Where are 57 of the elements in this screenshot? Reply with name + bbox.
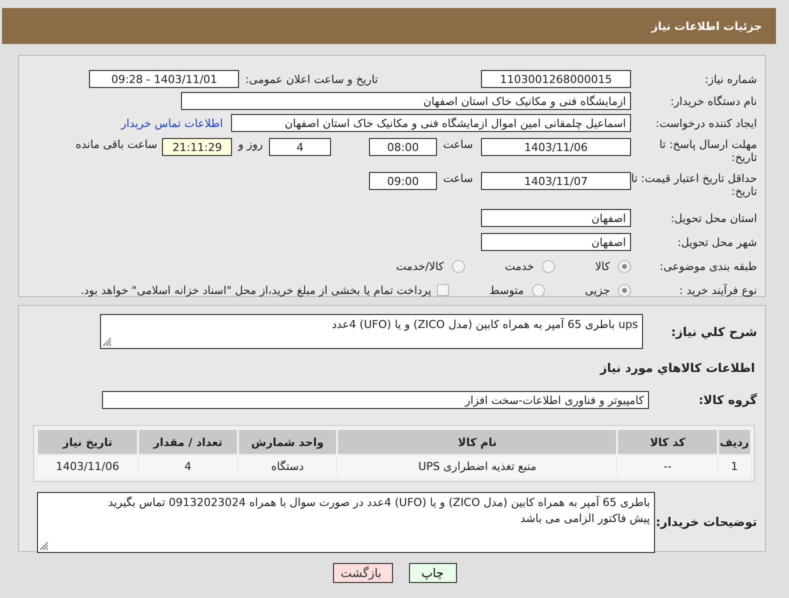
field-label: مهلت ارسال پاسخ: تا تاریخ: — [658, 138, 758, 164]
column-header: کد کالا — [618, 430, 717, 454]
buyer-org-field: ازمایشگاه فنی و مکانیک خاک استان اصفهان — [181, 92, 631, 110]
requester-field: اسماعیل چلمقانی امین اموال ازمایشگاه فنی و مکانیک خاک استان اصفهان — [231, 114, 631, 132]
description-field[interactable]: ups باطری 65 آمپر به همراه کابین (مدل ZICO) و یا (UFO) 4عدد — [100, 314, 643, 349]
field-label: نام دستگاه خریدار: — [669, 94, 758, 108]
purchase-type-radio[interactable]: جزیی — [584, 284, 631, 296]
column-header: ردیف — [718, 430, 750, 454]
field-label: روز و — [236, 138, 264, 151]
field-label: توضیحات خریدار: — [655, 516, 758, 529]
field-label: طبقه بندی موضوعی: — [658, 260, 758, 272]
column-header: نام کالا — [338, 430, 616, 454]
resize-grip-icon[interactable] — [103, 338, 111, 346]
field-label: ایجاد کننده درخواست: — [654, 116, 758, 130]
field-label: استان محل تحویل: — [670, 212, 758, 224]
city-field: اصفهان — [481, 233, 631, 251]
column-header: واحد شمارش — [238, 430, 336, 454]
table-cell: دستگاه — [238, 456, 336, 477]
back-button[interactable]: بازگشت — [332, 563, 392, 583]
announce-date-field: 1403/11/01 - 09:28 — [89, 70, 240, 88]
field-label: ساعت — [442, 172, 474, 185]
field-label: حداقل تاریخ اعتبار قیمت: تا تاریخ: — [631, 172, 758, 198]
table-cell: منبع تغذیه اضطراری UPS — [338, 456, 616, 477]
print-button[interactable]: چاپ — [408, 563, 456, 583]
field-label: تاریخ و ساعت اعلان عمومی: — [244, 72, 379, 86]
category-radio[interactable]: کالا — [595, 260, 631, 272]
goods-group-field: کامپیوتر و فناوری اطلاعات-سخت افزار — [102, 391, 649, 409]
table-cell: 4 — [139, 456, 237, 477]
section-title: اطلاعات کالاهاي مورد نياز — [598, 361, 756, 375]
table-cell: 1403/11/06 — [38, 456, 138, 477]
payment-checkbox[interactable]: پرداخت تمام یا بخشی از مبلغ خرید،از محل "اسناد خزانه اسلامی" خواهد بود. — [80, 284, 450, 296]
days-field: 4 — [269, 138, 331, 156]
column-header: تعداد / مقدار — [139, 430, 237, 454]
buyer-contact-link[interactable]: اطلاعات تماس خریدار — [121, 116, 223, 130]
province-field: اصفهان — [481, 209, 631, 227]
table-cell: 1 — [718, 456, 750, 477]
field-label: ساعت — [442, 138, 474, 151]
field-label: شماره نیاز: — [704, 72, 758, 86]
field-label: شرح کلي نياز: — [670, 324, 758, 339]
need-number-field: 1103001268000015 — [481, 70, 631, 88]
category-radio[interactable]: خدمت — [504, 260, 556, 272]
field-label: نوع فرآیند خرید : — [678, 284, 758, 296]
reply-time-field: 08:00 — [369, 138, 437, 156]
buyer-notes-field[interactable]: باطری 65 آمپر به همراه کابین (مدل ZICO) و یا (UFO) 4عدد در صورت سوال با همراه 09132023024 تماس بگیرید پیش فاکتور الزامی می باشد — [37, 492, 655, 553]
table-cell: -- — [618, 456, 717, 477]
validity-date-field: 1403/11/07 — [481, 172, 631, 190]
resize-grip-icon[interactable] — [40, 542, 48, 550]
purchase-type-radio[interactable]: متوسط — [489, 284, 545, 296]
reply-date-field: 1403/11/06 — [481, 138, 631, 156]
column-header: تاریخ نیاز — [38, 430, 138, 454]
field-label: گروه کالا: — [698, 394, 758, 406]
remaining-time-field: 21:11:29 — [162, 138, 232, 156]
field-label: شهر محل تحویل: — [676, 236, 758, 248]
validity-time-field: 09:00 — [369, 172, 437, 190]
category-radio[interactable]: کالا/خدمت — [396, 260, 465, 272]
field-label: ساعت باقی مانده — [74, 138, 158, 151]
page-title-bar: جزئیات اطلاعات نیاز — [2, 8, 776, 44]
